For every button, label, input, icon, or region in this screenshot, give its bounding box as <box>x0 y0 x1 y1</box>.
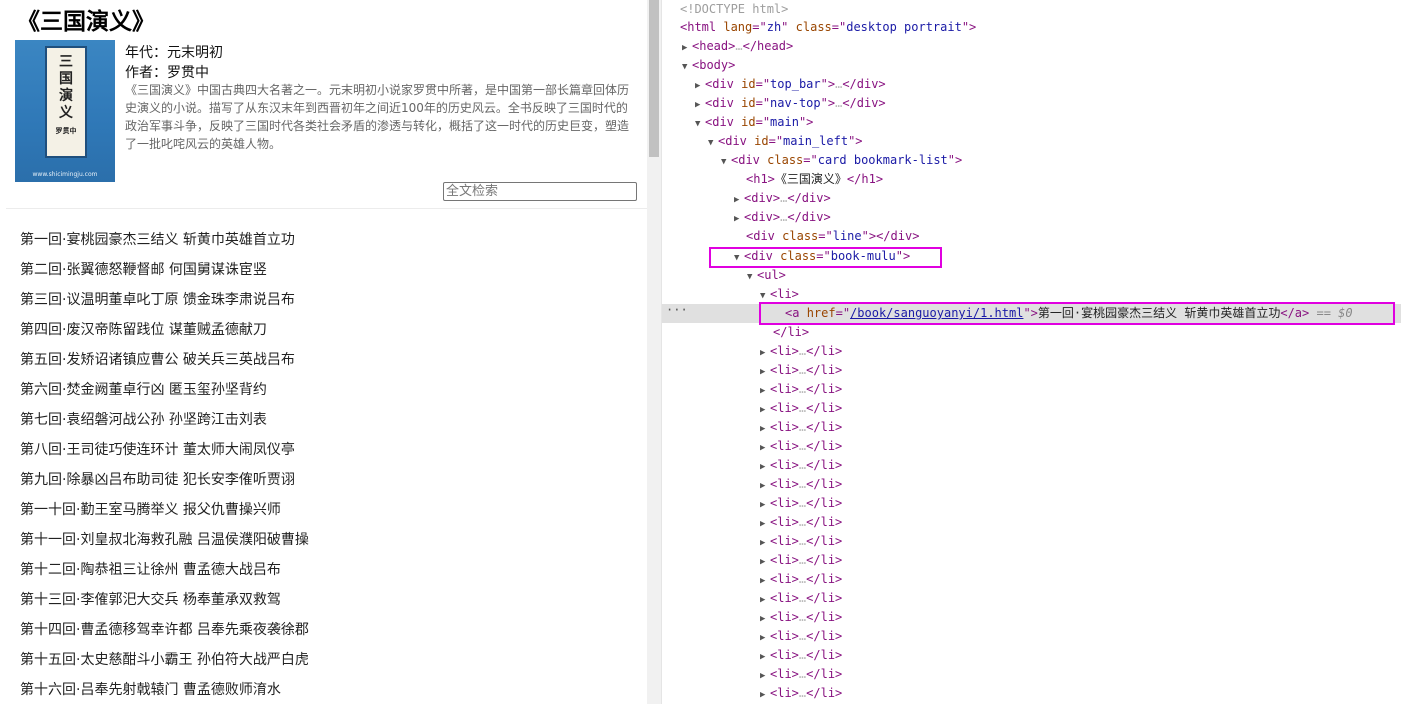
dom-li-collapsed[interactable]: ▶ <li>…</li> <box>760 361 842 380</box>
dom-li-collapsed[interactable]: ▶ <li>…</li> <box>760 399 842 418</box>
dom-li-collapsed[interactable]: ▶ <li>…</li> <box>760 342 842 361</box>
chapter-link[interactable]: 第六回·焚金阙董卓行凶 匿玉玺孙坚背约 <box>20 377 309 407</box>
dom-li-collapsed[interactable]: ▶ <li>…</li> <box>760 437 842 456</box>
dom-doctype[interactable]: <!DOCTYPE html> <box>680 0 788 19</box>
chapter-link[interactable]: 第九回·除暴凶吕布助司徒 犯长安李傕听贾诩 <box>20 467 309 497</box>
dom-li-collapsed[interactable]: ▶ <li>…</li> <box>760 456 842 475</box>
dom-li-collapsed[interactable]: ▶ <li>…</li> <box>760 570 842 589</box>
devtools-elements-panel: ··· <!DOCTYPE html> <html lang="zh" clas… <box>661 0 1401 704</box>
collapse-triangle-icon[interactable]: ▼ <box>708 134 718 153</box>
chapter-link[interactable]: 第十四回·曹孟德移驾幸许都 吕奉先乘夜袭徐郡 <box>20 617 309 647</box>
dom-html-node[interactable]: <html lang="zh" class="desktop portrait"… <box>680 18 976 37</box>
collapse-triangle-icon[interactable]: ▼ <box>695 115 705 134</box>
dom-body-node[interactable]: ▼ <body> <box>682 56 735 75</box>
chapter-link[interactable]: 第三回·议温明董卓叱丁原 馈金珠李肃说吕布 <box>20 287 309 317</box>
dom-li-collapsed[interactable]: ▶ <li>…</li> <box>760 627 842 646</box>
chapter-list: 第一回·宴桃园豪杰三结义 斩黄巾英雄首立功 第二回·张翼德怒鞭督邮 何国舅谋诛宦竖… <box>20 227 309 704</box>
dom-h1-node[interactable]: <h1>《三国演义》</h1> <box>746 170 883 189</box>
dom-div-main[interactable]: ▼ <div id="main"> <box>695 113 813 132</box>
expand-triangle-icon[interactable]: ▶ <box>760 686 770 704</box>
fulltext-search-input[interactable] <box>443 182 637 201</box>
chapter-link[interactable]: 第二回·张翼德怒鞭督邮 何国舅谋诛宦竖 <box>20 257 309 287</box>
dom-li-collapsed[interactable]: ▶ <li>…</li> <box>760 380 842 399</box>
dom-div-card[interactable]: ▼ <div class="card bookmark-list"> <box>721 151 962 170</box>
book-author: 作者：罗贯中 <box>125 65 209 81</box>
chapter-link[interactable]: 第十六回·吕奉先射戟辕门 曹孟德败师淯水 <box>20 677 309 704</box>
chapter-link[interactable]: 第一十回·勤王室马腾举义 报父仇曹操兴师 <box>20 497 309 527</box>
dom-div-main-left[interactable]: ▼ <div id="main_left"> <box>708 132 863 151</box>
book-title: 《三国演义》 <box>17 9 155 35</box>
page-viewport: 《三国演义》 三 国 演 义 罗贯中 www.shicimingju.com 年… <box>0 0 647 704</box>
book-cover-image: 三 国 演 义 罗贯中 www.shicimingju.com <box>15 40 115 182</box>
dom-div-line[interactable]: <div class="line"></div> <box>746 227 919 246</box>
collapse-triangle-icon[interactable]: ▼ <box>682 58 692 77</box>
dom-div-nav-top[interactable]: ▶ <div id="nav-top">…</div> <box>695 94 886 113</box>
book-description: 《三国演义》中国古典四大名著之一。元末明初小说家罗贯中所著，是中国第一部长篇章回… <box>125 83 630 151</box>
collapse-triangle-icon[interactable]: ▼ <box>721 153 731 172</box>
dom-ul-node[interactable]: ▼ <ul> <box>747 266 786 285</box>
cover-site-text: www.shicimingju.com <box>32 171 98 178</box>
dom-li-collapsed[interactable]: ▶ <li>…</li> <box>760 475 842 494</box>
dom-li-collapsed[interactable]: ▶ <li>…</li> <box>760 418 842 437</box>
dom-li-collapsed[interactable]: ▶ <li>…</li> <box>760 665 842 684</box>
chapter-link[interactable]: 第十五回·太史慈酣斗小霸王 孙伯符大战严白虎 <box>20 647 309 677</box>
dom-head-node[interactable]: ▶ <head>…</head> <box>682 37 793 56</box>
chapter-link[interactable]: 第四回·废汉帝陈留践位 谋董贼孟德献刀 <box>20 317 309 347</box>
dom-div-collapsed-2[interactable]: ▶ <div>…</div> <box>734 208 831 227</box>
dom-li-collapsed[interactable]: ▶ <li>…</li> <box>760 608 842 627</box>
dom-li-collapsed[interactable]: ▶ <li>…</li> <box>760 532 842 551</box>
collapse-triangle-icon[interactable]: ▼ <box>747 268 757 287</box>
chapter-link[interactable]: 第五回·发矫诏诸镇应曹公 破关兵三英战吕布 <box>20 347 309 377</box>
dom-li-collapsed[interactable]: ▶ <li>…</li> <box>760 513 842 532</box>
page-scrollbar[interactable] <box>647 0 661 704</box>
node-more-actions-button[interactable]: ··· <box>666 303 688 317</box>
cover-title-label: 三 国 演 义 罗贯中 <box>45 46 87 158</box>
dom-li-collapsed[interactable]: ▶ <li>…</li> <box>760 589 842 608</box>
chapter-link[interactable]: 第一回·宴桃园豪杰三结义 斩黄巾英雄首立功 <box>20 227 309 257</box>
divider-line <box>6 208 647 209</box>
dom-li-close[interactable]: </li> <box>773 323 809 342</box>
chapter-link[interactable]: 第十一回·刘皇叔北海救孔融 吕温侯濮阳破曹操 <box>20 527 309 557</box>
dom-li-collapsed[interactable]: ▶ <li>…</li> <box>760 684 842 703</box>
chapter-link[interactable]: 第八回·王司徒巧使连环计 董太师大闹凤仪亭 <box>20 437 309 467</box>
expand-triangle-icon[interactable]: ▶ <box>734 210 744 229</box>
highlight-box-anchor <box>759 302 1395 325</box>
chapter-link[interactable]: 第七回·袁绍磐河战公孙 孙坚跨江击刘表 <box>20 407 309 437</box>
dom-li-collapsed[interactable]: ▶ <li>…</li> <box>760 551 842 570</box>
dom-div-top-bar[interactable]: ▶ <div id="top_bar">…</div> <box>695 75 886 94</box>
highlight-box-book-mulu <box>709 247 942 268</box>
chapter-link[interactable]: 第十三回·李傕郭汜大交兵 杨奉董承双救驾 <box>20 587 309 617</box>
scrollbar-thumb[interactable] <box>649 0 659 157</box>
book-era: 年代：元末明初 <box>125 45 223 61</box>
chapter-link[interactable]: 第十二回·陶恭祖三让徐州 曹孟德大战吕布 <box>20 557 309 587</box>
dom-li-collapsed[interactable]: ▶ <li>…</li> <box>760 494 842 513</box>
dom-div-collapsed-1[interactable]: ▶ <div>…</div> <box>734 189 831 208</box>
dom-li-collapsed[interactable]: ▶ <li>…</li> <box>760 646 842 665</box>
